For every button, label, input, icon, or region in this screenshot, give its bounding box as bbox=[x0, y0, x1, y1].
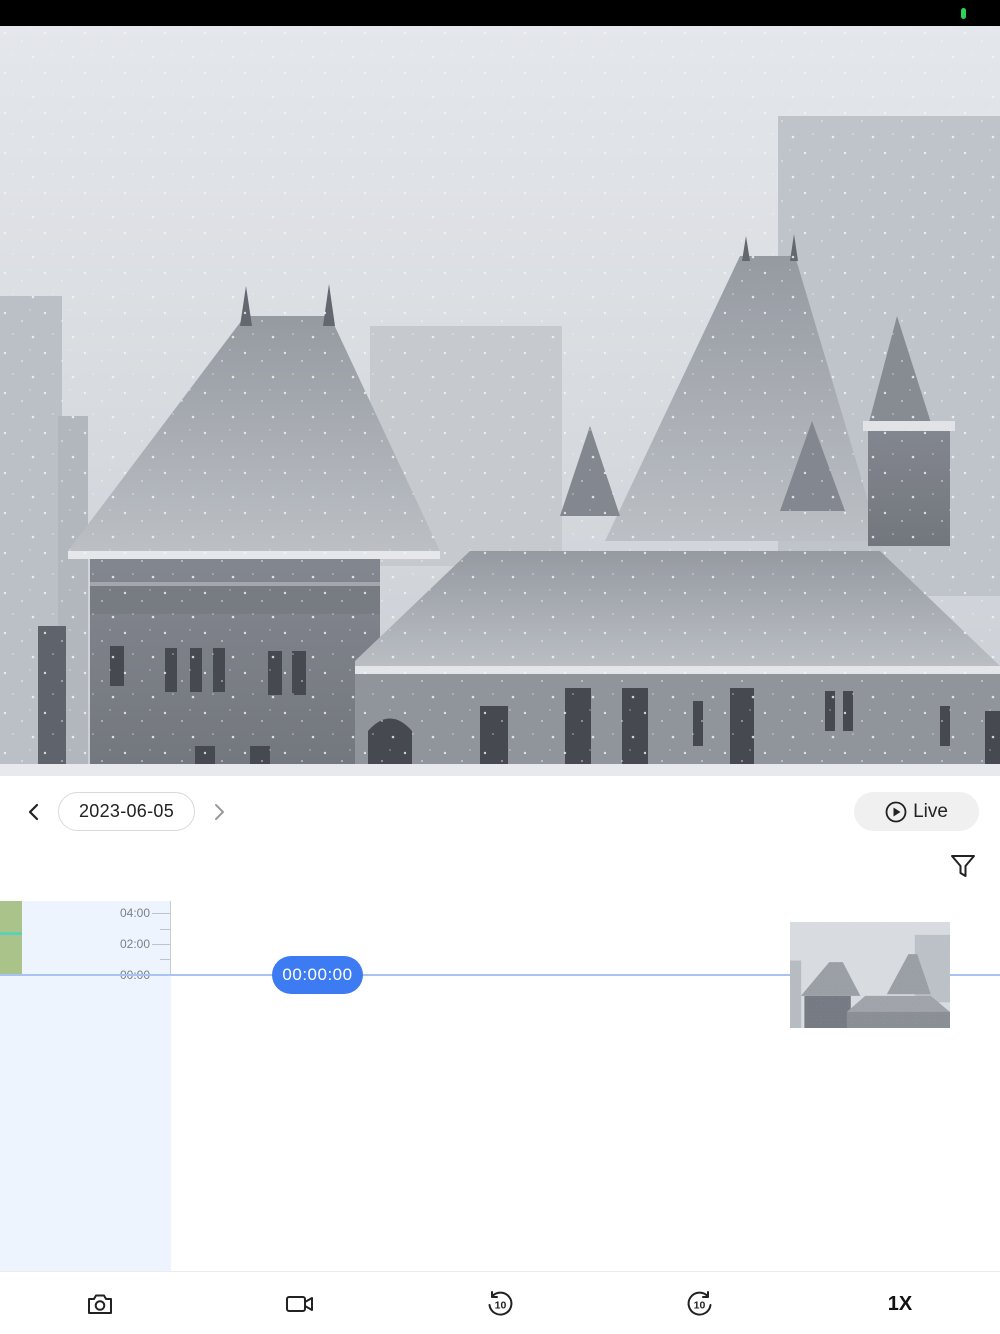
tick-major bbox=[152, 944, 170, 945]
speed-label: 1X bbox=[887, 1292, 913, 1315]
event-marker bbox=[0, 932, 22, 935]
tick-major bbox=[152, 913, 170, 914]
rewind-10-icon[interactable]: 10 bbox=[480, 1284, 520, 1324]
svg-text:10: 10 bbox=[694, 1300, 706, 1312]
chevron-right-icon[interactable] bbox=[205, 798, 233, 826]
current-time-badge[interactable]: 00:00:00 bbox=[272, 956, 363, 994]
date-label: 2023-06-05 bbox=[78, 801, 175, 821]
tick-minor bbox=[160, 929, 170, 930]
timeline-scale bbox=[0, 901, 171, 1271]
date-navigation: 2023-06-05 Live bbox=[0, 776, 1000, 846]
chevron-left-icon[interactable] bbox=[20, 798, 48, 826]
tick-label: 02:00 bbox=[119, 937, 150, 951]
playback-speed-button[interactable]: 1X bbox=[880, 1284, 920, 1324]
status-bar bbox=[0, 0, 1000, 26]
svg-text:10: 10 bbox=[495, 1300, 507, 1312]
camera-icon[interactable] bbox=[80, 1284, 120, 1324]
recording-indicator-icon bbox=[961, 8, 966, 19]
event-thumbnail[interactable] bbox=[790, 922, 950, 1028]
timeline[interactable]: 04:00 02:00 00:00 00:00:00 bbox=[0, 901, 1000, 1271]
timeline-divider bbox=[170, 901, 171, 975]
forward-10-icon[interactable]: 10 bbox=[680, 1284, 720, 1324]
play-circle-icon bbox=[885, 801, 907, 822]
live-button[interactable]: Live bbox=[854, 792, 979, 831]
tick-minor bbox=[160, 959, 170, 960]
date-selector[interactable]: 2023-06-05 bbox=[58, 792, 195, 831]
video-frame bbox=[0, 26, 1000, 776]
thumbnail-image bbox=[790, 922, 950, 1028]
playback-toolbar: 10 10 1X bbox=[0, 1271, 1000, 1334]
tick-label: 04:00 bbox=[119, 906, 150, 920]
recording-segment[interactable] bbox=[0, 901, 22, 975]
playback-screen: 2023-06-05 Live 04:00 02:00 00:00 00:00:… bbox=[0, 0, 1000, 1334]
filter-icon[interactable] bbox=[946, 851, 980, 881]
video-camera-icon[interactable] bbox=[280, 1284, 320, 1324]
live-label: Live bbox=[913, 800, 948, 822]
video-player[interactable] bbox=[0, 26, 1000, 776]
